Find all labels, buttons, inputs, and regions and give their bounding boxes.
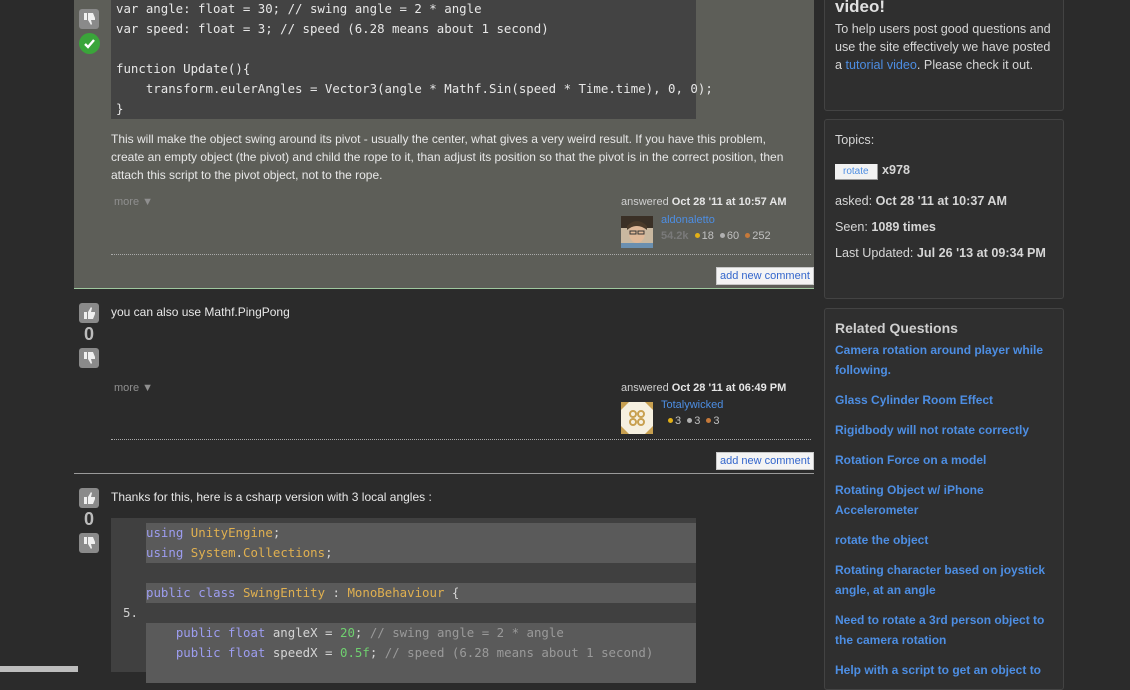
related-question-link[interactable]: Help with a script to get an object to bbox=[835, 660, 1050, 680]
answered-date: Oct 28 '11 at 06:49 PM bbox=[671, 382, 787, 394]
answered-info: answered Oct 28 '11 at 10:57 AM bbox=[621, 196, 786, 208]
vote-down-button[interactable] bbox=[79, 533, 99, 553]
answer-text: you can also use Mathf.PingPong bbox=[111, 305, 290, 319]
user-reputation: 54.2k 18 60 252 bbox=[661, 230, 771, 242]
code-line: using System.Collections; bbox=[146, 543, 696, 563]
code-line: public float angleX = 20; // swing angle… bbox=[146, 623, 696, 643]
silver-count: 60 bbox=[726, 230, 740, 242]
related-question-link[interactable]: Rotating Object w/ iPhone Accelerometer bbox=[835, 480, 1050, 520]
tag-count: x978 bbox=[882, 163, 911, 177]
updated-info: Last Updated: Jul 26 '13 at 09:34 PM bbox=[835, 244, 1050, 262]
vote-down-button[interactable] bbox=[79, 348, 99, 368]
related-list: Camera rotation around player while foll… bbox=[835, 340, 1050, 690]
silver-badge-icon bbox=[719, 233, 725, 239]
silver-count: 3 bbox=[694, 415, 701, 427]
avatar[interactable] bbox=[621, 216, 653, 248]
thumb-up-icon bbox=[84, 492, 95, 504]
code-line: var angle: float = 30; // swing angle = … bbox=[116, 1, 482, 16]
video-heading: video! bbox=[835, 0, 886, 16]
accepted-check-icon[interactable] bbox=[79, 33, 100, 54]
vote-down-button[interactable] bbox=[79, 9, 99, 29]
bronze-count: 3 bbox=[713, 415, 720, 427]
user-link[interactable]: aldonaletto bbox=[661, 214, 715, 226]
code-block: var angle: float = 30; // swing angle = … bbox=[111, 0, 713, 119]
code-line bbox=[146, 663, 696, 683]
asked-info: asked: Oct 28 '11 at 10:37 AM bbox=[835, 192, 1007, 210]
related-question-link[interactable]: Rigidbody will not rotate correctly bbox=[835, 420, 1050, 440]
answer-border bbox=[74, 288, 814, 289]
topic-tag-row: rotate x978 bbox=[835, 161, 910, 180]
silver-badge-icon bbox=[687, 418, 693, 424]
seen-label: Seen: bbox=[835, 220, 868, 234]
updated-label: Last Updated: bbox=[835, 246, 914, 260]
thumb-down-icon bbox=[84, 13, 95, 25]
gold-badge-icon bbox=[694, 233, 700, 239]
horizontal-scrollbar[interactable] bbox=[0, 666, 78, 672]
user-link[interactable]: Totalywicked bbox=[661, 399, 723, 411]
add-comment-button[interactable]: add new comment bbox=[716, 452, 814, 470]
gold-badge-icon bbox=[668, 418, 673, 424]
user-reputation: 3 3 3 bbox=[665, 415, 720, 427]
code-line: public class SwingEntity : MonoBehaviour… bbox=[146, 583, 696, 603]
avatar[interactable] bbox=[621, 402, 653, 434]
topics-label: Topics: bbox=[835, 133, 875, 147]
answered-date: Oct 28 '11 at 10:57 AM bbox=[671, 196, 787, 208]
related-question-link[interactable]: Need to rotate a 3rd person object to th… bbox=[835, 610, 1050, 650]
answer-text: This will make the object swing around i… bbox=[111, 132, 784, 182]
tutorial-video-link[interactable]: tutorial video bbox=[846, 58, 917, 72]
seen-info: Seen: 1089 times bbox=[835, 218, 936, 236]
vote-up-button[interactable] bbox=[79, 303, 99, 323]
vote-up-button[interactable] bbox=[79, 488, 99, 508]
comment-separator bbox=[111, 439, 811, 440]
bronze-badge-icon bbox=[706, 418, 712, 424]
code-line: var speed: float = 3; // speed (6.28 mea… bbox=[116, 21, 549, 36]
code-line: public float speedX = 0.5f; // speed (6.… bbox=[146, 643, 696, 663]
comment-separator bbox=[111, 254, 811, 255]
updated-value: Jul 26 '13 at 09:34 PM bbox=[916, 246, 1046, 260]
bronze-badge-icon bbox=[745, 233, 751, 239]
video-text: To help users post good questions and us… bbox=[835, 20, 1053, 74]
asked-label: asked: bbox=[835, 194, 873, 208]
line-number: 5. bbox=[123, 605, 138, 620]
more-link[interactable]: more ▼ bbox=[114, 382, 153, 394]
code-line: transform.eulerAngles = Vector3(angle * … bbox=[116, 81, 713, 96]
topic-tag[interactable]: rotate bbox=[835, 164, 878, 180]
thumb-down-icon bbox=[84, 537, 95, 549]
answered-label: answered bbox=[621, 196, 669, 208]
csharp-code-block: using UnityEngine; using System.Collecti… bbox=[111, 518, 696, 683]
seen-value: 1089 times bbox=[871, 220, 936, 234]
asked-value: Oct 28 '11 at 10:37 AM bbox=[875, 194, 1007, 208]
gold-count: 3 bbox=[675, 415, 682, 427]
answered-info: answered Oct 28 '11 at 06:49 PM bbox=[621, 382, 786, 394]
answer-text: Thanks for this, here is a csharp versio… bbox=[111, 490, 432, 504]
bronze-count: 252 bbox=[752, 230, 771, 242]
thumb-up-icon bbox=[84, 307, 95, 319]
answered-label: answered bbox=[621, 382, 669, 394]
related-title: Related Questions bbox=[835, 320, 958, 336]
related-question-link[interactable]: Rotation Force on a model bbox=[835, 450, 1050, 470]
related-question-link[interactable]: Glass Cylinder Room Effect bbox=[835, 390, 1050, 410]
vote-count: 0 bbox=[83, 509, 94, 529]
more-link[interactable]: more ▼ bbox=[114, 196, 153, 208]
code-line: using UnityEngine; bbox=[146, 523, 696, 543]
video-text-part: . Please check it out. bbox=[916, 58, 1034, 72]
gold-count: 18 bbox=[701, 230, 714, 242]
code-line: function Update(){ bbox=[116, 61, 251, 76]
related-question-link[interactable]: Rotating character based on joystick ang… bbox=[835, 560, 1050, 600]
related-question-link[interactable]: rotate the object bbox=[835, 530, 1050, 550]
reputation-score: 54.2k bbox=[661, 230, 689, 242]
thumb-down-icon bbox=[84, 352, 95, 364]
vote-count: 0 bbox=[83, 324, 94, 344]
add-comment-button[interactable]: add new comment bbox=[716, 267, 814, 285]
code-line: } bbox=[116, 101, 124, 116]
answer-divider bbox=[74, 473, 814, 474]
related-question-link[interactable]: Camera rotation around player while foll… bbox=[835, 340, 1050, 380]
